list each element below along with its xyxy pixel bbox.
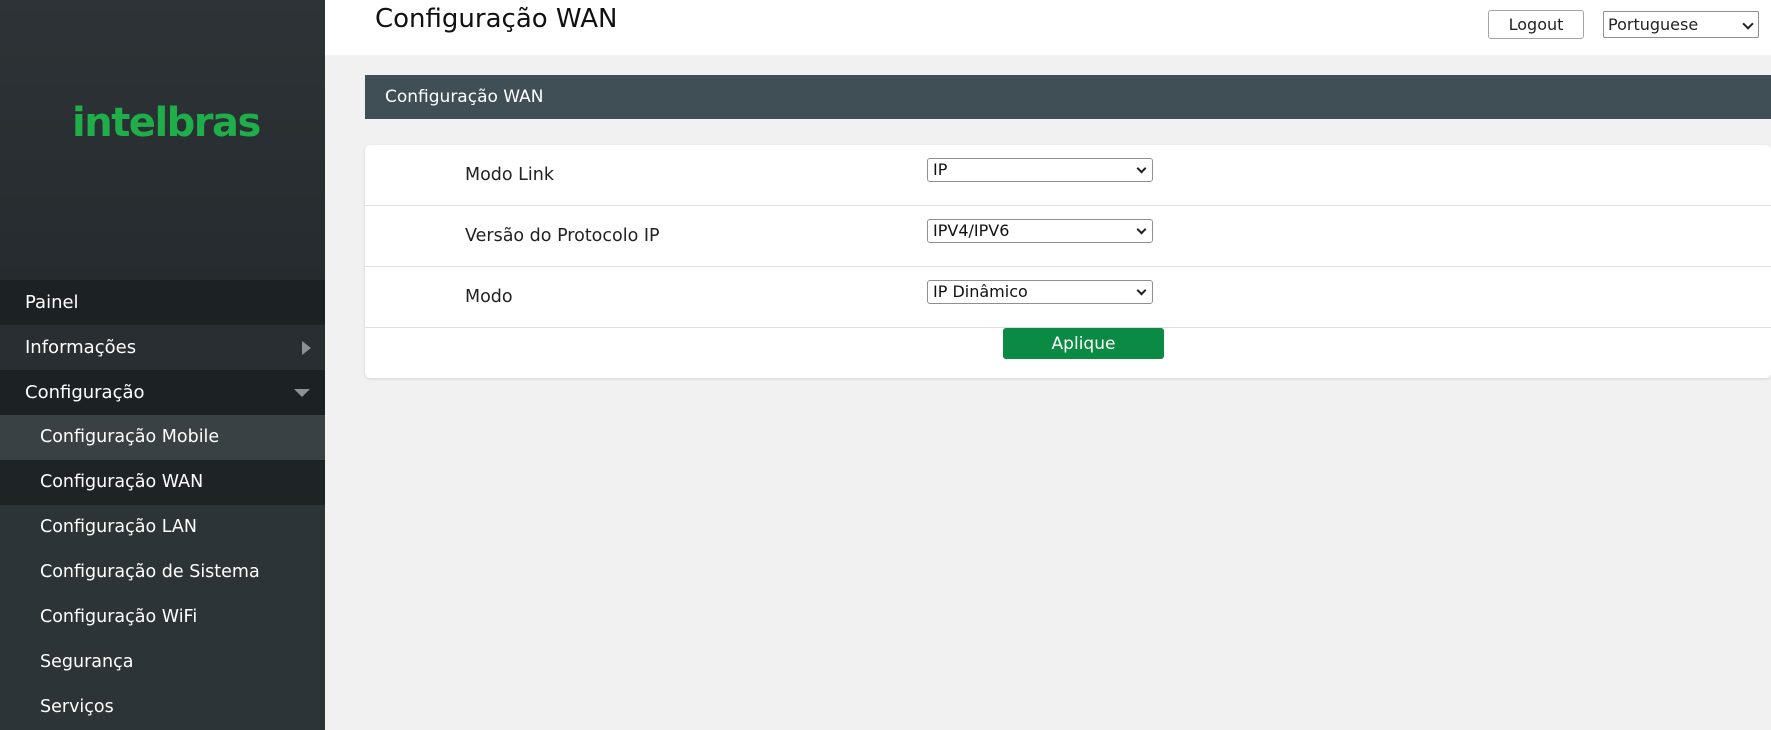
logout-button[interactable]: Logout: [1488, 10, 1584, 39]
sidebar: intelbras Painel Informações Configuraçã…: [0, 0, 325, 730]
sidebar-item-painel[interactable]: Painel: [0, 280, 325, 325]
form-row-modo-link: Modo Link IP: [365, 145, 1771, 206]
form-row-modo: Modo IP Dinâmico: [365, 267, 1771, 328]
form-row-versao-protocolo: Versão do Protocolo IP IPV4/IPV6: [365, 206, 1771, 267]
sidebar-subitem-configuracao-wifi[interactable]: Configuração WiFi: [0, 595, 325, 640]
modo-link-value: IP: [933, 160, 948, 179]
language-select[interactable]: Portuguese: [1603, 11, 1759, 38]
chevron-down-icon: [1136, 163, 1147, 174]
section-title: Configuração WAN: [385, 87, 544, 107]
modo-label: Modo: [465, 287, 513, 307]
sidebar-subitem-label: Configuração WiFi: [40, 607, 198, 627]
caret-down-icon: [294, 389, 310, 397]
modo-select[interactable]: IP Dinâmico: [927, 280, 1153, 304]
sidebar-nav: Painel Informações Configuração Configur…: [0, 280, 325, 730]
sidebar-item-informacoes[interactable]: Informações: [0, 325, 325, 370]
sidebar-subitem-label: Configuração de Sistema: [40, 562, 260, 582]
sidebar-item-label: Configuração: [25, 382, 145, 403]
modo-link-label: Modo Link: [465, 165, 555, 185]
sidebar-subitem-label: Serviços: [40, 697, 114, 717]
intelbras-logo: intelbras: [72, 100, 261, 146]
modo-value: IP Dinâmico: [933, 282, 1028, 301]
modo-link-select[interactable]: IP: [927, 158, 1153, 182]
chevron-down-icon: [1742, 18, 1754, 30]
versao-protocolo-value: IPV4/IPV6: [933, 221, 1010, 240]
sidebar-subitem-servicos[interactable]: Serviços: [0, 685, 325, 730]
sidebar-subitem-label: Configuração Mobile: [40, 427, 220, 447]
section-header: Configuração WAN: [365, 75, 1771, 119]
sidebar-item-label: Painel: [25, 292, 79, 313]
chevron-down-icon: [1136, 285, 1147, 296]
language-select-value: Portuguese: [1608, 15, 1699, 34]
versao-protocolo-select[interactable]: IPV4/IPV6: [927, 219, 1153, 243]
sidebar-subitem-seguranca[interactable]: Segurança: [0, 640, 325, 685]
page-title: Configuração WAN: [375, 4, 618, 34]
sidebar-subitem-label: Configuração WAN: [40, 472, 204, 492]
sidebar-subitem-configuracao-mobile[interactable]: Configuração Mobile: [0, 415, 325, 460]
wan-config-form: Modo Link IP Versão do Protocolo IP IPV4…: [365, 145, 1771, 378]
sidebar-subitem-label: Segurança: [40, 652, 134, 672]
logo-area: intelbras: [0, 0, 325, 280]
sidebar-subitem-configuracao-sistema[interactable]: Configuração de Sistema: [0, 550, 325, 595]
sidebar-item-label: Informações: [25, 337, 137, 358]
versao-protocolo-label: Versão do Protocolo IP: [465, 226, 660, 246]
top-header: Configuração WAN Logout Portuguese: [325, 0, 1771, 55]
sidebar-subitem-configuracao-wan[interactable]: Configuração WAN: [0, 460, 325, 505]
sidebar-item-configuracao[interactable]: Configuração: [0, 370, 325, 415]
apply-button[interactable]: Aplique: [1003, 328, 1164, 359]
caret-right-icon: [302, 341, 311, 355]
chevron-down-icon: [1136, 224, 1147, 235]
sidebar-subitem-configuracao-lan[interactable]: Configuração LAN: [0, 505, 325, 550]
sidebar-subitem-label: Configuração LAN: [40, 517, 197, 537]
